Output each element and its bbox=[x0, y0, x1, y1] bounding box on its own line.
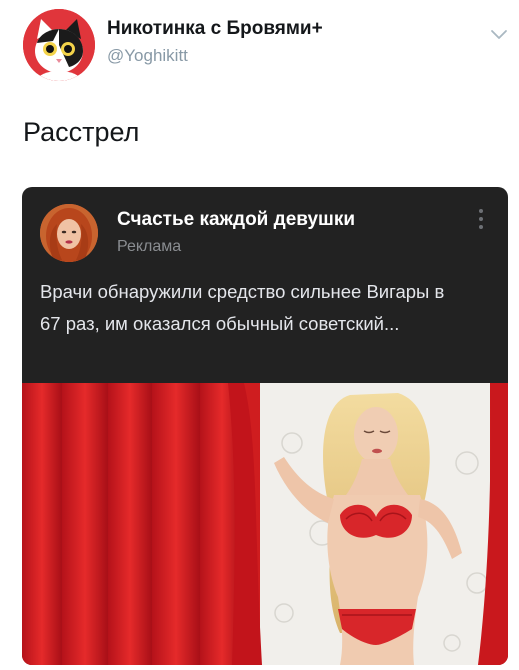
author-display-name[interactable]: Никотинка с Бровями+ bbox=[107, 18, 323, 40]
woman-portrait-icon bbox=[40, 204, 98, 262]
embedded-post-card[interactable]: Счастье каждой девушки Реклама Врачи обн… bbox=[22, 187, 508, 665]
post-body-text: Врачи обнаружили средство сильнее Вигары… bbox=[40, 281, 445, 334]
tweet-text: Расстрел bbox=[23, 117, 140, 147]
post-image[interactable] bbox=[22, 383, 508, 665]
chevron-down-icon[interactable] bbox=[488, 24, 510, 44]
source-avatar[interactable] bbox=[40, 204, 98, 262]
source-name[interactable]: Счастье каждой девушки bbox=[117, 209, 355, 231]
curtain-photo-illustration bbox=[22, 383, 508, 665]
ad-label: Реклама bbox=[117, 238, 182, 255]
cat-avatar-icon bbox=[23, 9, 95, 81]
author-avatar[interactable] bbox=[23, 9, 95, 81]
more-vertical-icon[interactable] bbox=[474, 209, 488, 235]
author-handle[interactable]: @Yoghikitt bbox=[107, 46, 188, 66]
